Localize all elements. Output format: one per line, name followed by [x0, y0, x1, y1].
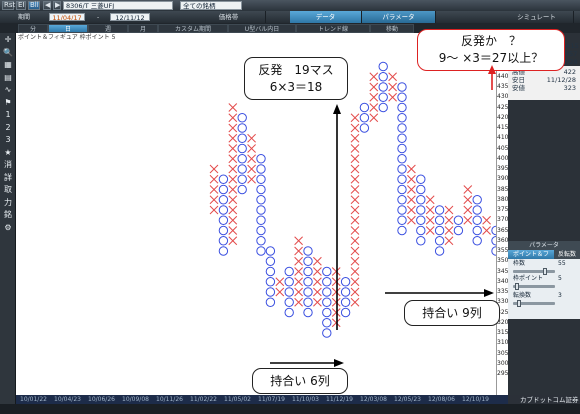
- annotation-arrows: [270, 65, 496, 367]
- app-window: Rst EI Bll ◀ ▶ 8306/T 三菱UFJ 全ての銘柄 期間 11/…: [0, 0, 580, 414]
- arrow-cons9-head: [484, 289, 494, 297]
- arrow-red-head: [488, 65, 496, 74]
- arrow-cons6-head: [334, 359, 344, 367]
- arrow-up-head: [333, 104, 341, 114]
